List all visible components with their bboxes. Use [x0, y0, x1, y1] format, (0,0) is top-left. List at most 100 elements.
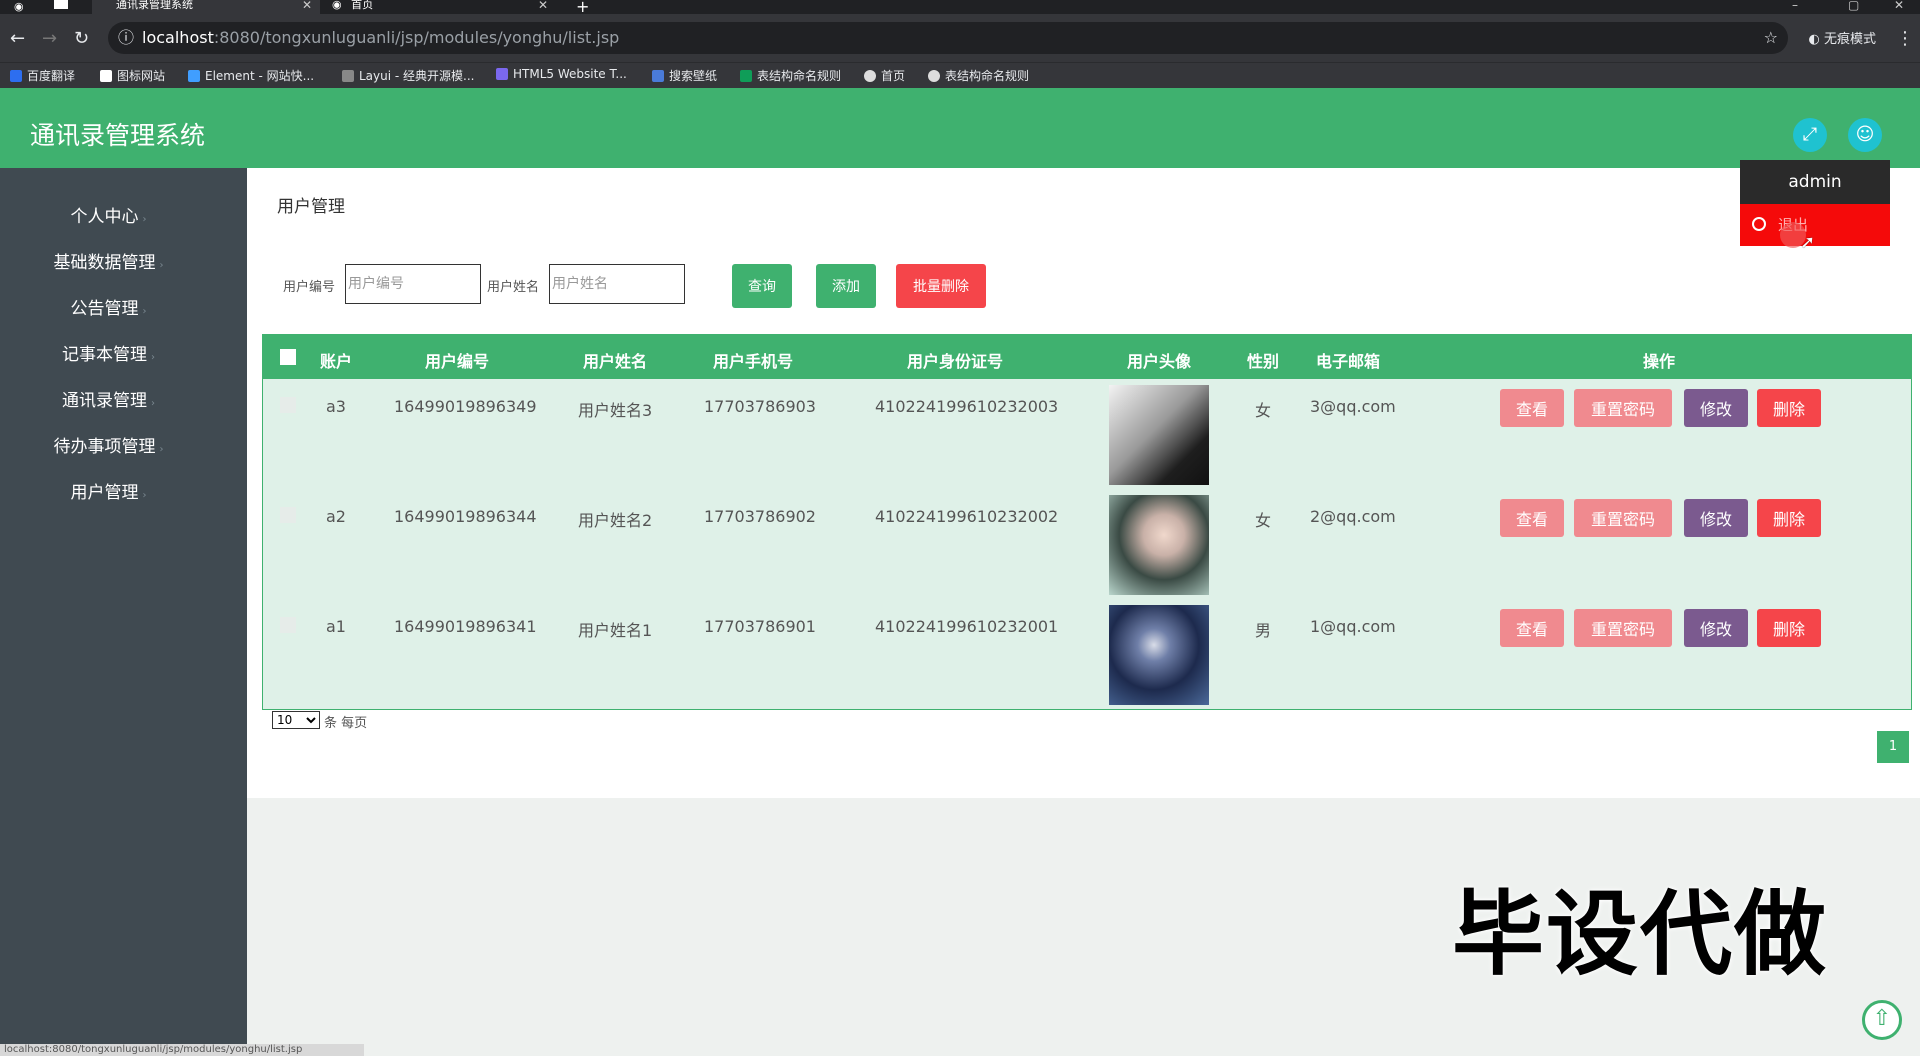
row-checkbox[interactable] — [280, 507, 296, 523]
query-button[interactable]: 查询 — [732, 264, 792, 308]
close-icon[interactable]: ✕ — [302, 0, 312, 11]
back-arrow-icon[interactable]: ← — [10, 28, 25, 49]
row-checkbox[interactable] — [280, 617, 296, 633]
page-size-select[interactable]: 10 — [272, 711, 320, 729]
incognito-icon: ◐ — [1808, 32, 1820, 47]
cell-idcard: 410224199610232001 — [875, 617, 1059, 636]
sidebar-item-label: 记事本管理 — [62, 345, 147, 365]
edit-button[interactable]: 修改 — [1684, 389, 1748, 427]
delete-button[interactable]: 删除 — [1757, 499, 1821, 537]
star-icon[interactable]: ☆ — [1764, 22, 1778, 54]
column-header: 账户 — [320, 352, 353, 371]
batch-delete-button[interactable]: 批量删除 — [896, 264, 986, 308]
view-button[interactable]: 查看 — [1500, 389, 1564, 427]
browser-tab-active[interactable]: 通讯录管理系统 ✕ — [92, 0, 320, 14]
tab-title: 首页 — [351, 0, 374, 11]
user-name-input[interactable] — [549, 264, 685, 304]
bookmark-item[interactable]: 首页 — [864, 67, 905, 84]
column-header: 性别 — [1247, 352, 1280, 371]
row-checkbox[interactable] — [280, 397, 296, 413]
sidebar-item-profile[interactable]: 个人中心 › — [0, 202, 217, 227]
user-code-input[interactable] — [345, 264, 481, 304]
sheet-icon — [740, 70, 752, 82]
bookmark-item[interactable]: 表结构命名规则 — [928, 67, 1029, 84]
sidebar-item-notebook[interactable]: 记事本管理 › — [0, 340, 217, 365]
avatar — [1109, 385, 1209, 485]
bookmark-item[interactable]: Layui - 经典开源模... — [342, 67, 474, 84]
page-number-button[interactable]: 1 — [1877, 731, 1909, 763]
cell-phone: 17703786902 — [704, 507, 816, 526]
bookmark-label: 表结构命名规则 — [945, 69, 1030, 83]
view-button[interactable]: 查看 — [1500, 499, 1564, 537]
reset-password-button[interactable]: 重置密码 — [1574, 499, 1672, 537]
info-icon[interactable]: ⓘ — [118, 28, 134, 47]
minimize-icon[interactable]: – — [1792, 0, 1798, 12]
status-url: localhost:8080/tongxunluguanli/jsp/modul… — [4, 1044, 303, 1055]
power-icon — [1752, 217, 1766, 231]
sidebar-item-notice[interactable]: 公告管理 › — [0, 294, 217, 319]
sidebar-item-contacts[interactable]: 通讯录管理 › — [0, 386, 217, 411]
scroll-to-top-button[interactable]: ⇧ — [1862, 1000, 1902, 1040]
url-host: localhost — [142, 28, 214, 47]
bookmark-label: 首页 — [881, 69, 906, 83]
flag-icon — [100, 70, 112, 82]
user-table: 账户 用户编号 用户姓名 用户手机号 用户身份证号 用户头像 性别 电子邮箱 操… — [262, 334, 1912, 710]
view-button[interactable]: 查看 — [1500, 609, 1564, 647]
cell-gender: 女 — [1255, 511, 1272, 530]
window-close-icon[interactable]: ✕ — [1894, 0, 1904, 12]
cell-phone: 17703786903 — [704, 397, 816, 416]
bookmark-label: 百度翻译 — [27, 69, 76, 83]
bookmark-item[interactable]: HTML5 Website T... — [496, 67, 627, 81]
sidebar-item-base-data[interactable]: 基础数据管理 › — [0, 248, 217, 273]
bookmark-item[interactable]: 百度翻译 — [10, 67, 75, 84]
sidebar-item-label: 公告管理 — [70, 299, 139, 319]
watermark-text: 毕设代做 — [1452, 881, 1829, 988]
edit-button[interactable]: 修改 — [1684, 499, 1748, 537]
reset-password-button[interactable]: 重置密码 — [1574, 609, 1672, 647]
maximize-icon[interactable]: ▢ — [1848, 0, 1859, 12]
column-header: 用户身份证号 — [907, 352, 1004, 371]
window-icon[interactable] — [54, 0, 68, 9]
app-header: 通讯录管理系统 ⤢ ☺ — [0, 88, 1920, 168]
user-menu-button[interactable]: ☺ — [1848, 118, 1882, 152]
arrow-up-icon: ⇧ — [1872, 1006, 1892, 1031]
globe-icon — [864, 70, 876, 82]
cell-email: 1@qq.com — [1310, 617, 1396, 636]
bookmark-item[interactable]: 表结构命名规则 — [740, 67, 841, 84]
sidebar-item-todo[interactable]: 待办事项管理 › — [0, 432, 217, 457]
cell-gender: 男 — [1255, 621, 1272, 640]
table-row: a3 16499019896349 用户姓名3 17703786903 4102… — [263, 379, 1911, 489]
table-header: 账户 用户编号 用户姓名 用户手机号 用户身份证号 用户头像 性别 电子邮箱 操… — [263, 335, 1911, 379]
chevron-right-icon: › — [142, 490, 147, 501]
sidebar-item-label: 待办事项管理 — [53, 437, 156, 457]
sidebar-item-label: 通讯录管理 — [62, 391, 147, 411]
fullscreen-button[interactable]: ⤢ — [1793, 118, 1827, 152]
user-code-label: 用户编号 — [283, 280, 336, 295]
reload-icon[interactable]: ↻ — [74, 28, 89, 49]
column-header: 用户姓名 — [583, 352, 648, 371]
table-row: a1 16499019896341 用户姓名1 17703786901 4102… — [263, 599, 1911, 709]
reset-password-button[interactable]: 重置密码 — [1574, 389, 1672, 427]
menu-dots-icon[interactable]: ⋮ — [1896, 28, 1914, 49]
select-all-checkbox[interactable] — [280, 349, 296, 365]
bookmark-item[interactable]: Element - 网站快... — [188, 67, 314, 84]
incognito-indicator[interactable]: ◐ 无痕模式 — [1809, 28, 1877, 47]
column-header: 操作 — [1643, 352, 1676, 371]
bookmark-item[interactable]: 搜索壁纸 — [652, 67, 717, 84]
close-icon[interactable]: ✕ — [538, 0, 548, 11]
url-bar[interactable]: ⓘ localhost:8080/tongxunluguanli/jsp/modu… — [108, 22, 1788, 54]
sidebar-item-users[interactable]: 用户管理 › — [0, 478, 217, 503]
globe-icon: ◉ — [332, 0, 342, 11]
delete-button[interactable]: 删除 — [1757, 609, 1821, 647]
tab-title: 通讯录管理系统 — [116, 0, 193, 11]
bookmark-item[interactable]: 图标网站 — [100, 67, 165, 84]
add-button[interactable]: 添加 — [816, 264, 876, 308]
cell-account: a2 — [326, 507, 346, 526]
browser-tab[interactable]: ◉ 首页 ✕ — [328, 0, 556, 14]
edit-button[interactable]: 修改 — [1684, 609, 1748, 647]
delete-button[interactable]: 删除 — [1757, 389, 1821, 427]
fullscreen-icon: ⤢ — [1802, 124, 1818, 145]
wallpaper-icon — [652, 70, 664, 82]
cell-code: 16499019896341 — [394, 617, 537, 636]
forward-arrow-icon[interactable]: → — [42, 28, 57, 49]
